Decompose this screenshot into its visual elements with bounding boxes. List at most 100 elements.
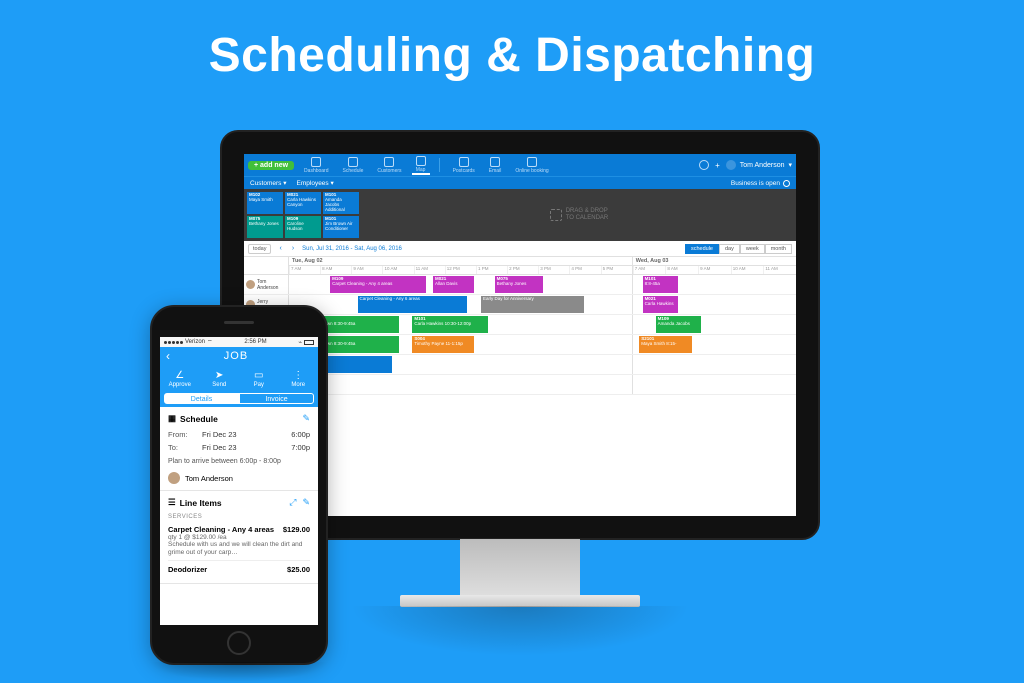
schedule-event[interactable]: S2101Maya Smith 8:15- [639,336,691,353]
schedule-event[interactable]: S004Timothy Payne 11-1:15p [412,336,474,353]
schedule-event[interactable]: M109Carpet Cleaning - Any 4 areas [330,276,426,293]
pay-button[interactable]: ▭Pay [239,365,279,393]
timeline-day2[interactable] [632,375,796,394]
from-time: 6:00p [276,430,310,439]
timeline-day1[interactable]: M101Jim Brown 8:30-9:45aS004Timothy Payn… [288,335,632,354]
unscheduled-job-card[interactable]: M075Bethany Jones [247,216,283,238]
unscheduled-job-card[interactable]: M101Jim Brown Air Conditioner [323,216,359,238]
nav-email[interactable]: Email [485,157,506,174]
hour-label: 8 AM [320,266,351,274]
timeline-day1[interactable]: M109Carpet Cleaning - Any 4 areas M021All… [288,275,632,294]
approve-icon: ∠ [175,370,184,381]
line-item[interactable]: Carpet Cleaning - Any 4 areas$129.00 qty… [168,522,310,560]
schedule-event[interactable]: Carpet Cleaning - Any 6 areas [358,296,468,313]
pay-icon: ▭ [254,370,263,381]
add-icon[interactable]: + [715,161,720,170]
view-tab-month[interactable]: month [765,244,792,254]
tab-details[interactable]: Details [164,393,239,404]
more-button[interactable]: ⋮More [279,365,319,393]
view-tab-day[interactable]: day [719,244,740,254]
phone-status-bar: Verizon ⌔ 2:56 PM ⌁ [160,337,318,347]
page-title: JOB [170,350,302,362]
sub-toolbar: Customers ▾ Employees ▾ Business is open [244,176,796,189]
expand-icon[interactable]: ⤢ [289,497,296,508]
hour-label: 11 AM [414,266,445,274]
approve-button[interactable]: ∠Approve [160,365,200,393]
unscheduled-job-card[interactable]: M109Caroline Hudson [285,216,321,238]
timeline-day1[interactable]: M075Amanda JacobsCarpet Cleaning - Any 6… [288,295,632,314]
row-label: Tom Anderson [244,275,288,294]
timeline-day2[interactable]: M021Carla Hawkins [632,295,796,314]
schedule-event[interactable]: M021Allan Davis [433,276,474,293]
view-tabs: schedule day week month [685,244,792,254]
nav-customers[interactable]: Customers [373,157,405,174]
nav-postcards[interactable]: Postcards [449,157,479,174]
help-icon[interactable] [699,160,709,170]
unscheduled-job-card[interactable]: M021Carla Hawkins Canyon [285,192,321,214]
hero-title: Scheduling & Dispatching [0,28,1024,83]
business-status[interactable]: Business is open [731,180,790,187]
timeline-day2[interactable] [632,355,796,374]
signal-icon [164,341,183,344]
nav-online-booking[interactable]: Online booking [511,157,552,174]
phone-speaker [224,321,254,324]
more-icon: ⋮ [293,370,303,381]
nav-map[interactable]: Map [412,156,430,175]
hour-label: 10 AM [382,266,413,274]
timeline-day2[interactable]: M1018:8-45a [632,275,796,294]
schedule-row: Tom AndersonM109Carpet Cleaning - Any 4 … [244,275,796,295]
schedule-event[interactable]: M1018:8-45a [643,276,679,293]
view-tab-week[interactable]: week [740,244,765,254]
hour-label: 2 PM [507,266,538,274]
send-button[interactable]: ➤Send [200,365,240,393]
schedule-event[interactable]: M075Bethany Jones [495,276,543,293]
unscheduled-job-card[interactable]: M102Maya Smith [247,192,283,214]
view-tab-schedule[interactable]: schedule [685,244,719,254]
calendar-icon: ▦ [168,413,176,424]
map-icon [416,156,426,166]
employees-dropdown[interactable]: Employees ▾ [297,179,334,187]
edit-icon[interactable]: ✎ [302,497,310,508]
timeline-day1[interactable]: M101Jim Brown 8:30-9:45aM101Carla Hawkin… [288,315,632,334]
edit-icon[interactable]: ✎ [302,413,310,424]
unscheduled-job-card[interactable]: M101Amanda Jacobs Additional [323,192,359,214]
assigned-user[interactable]: Tom Anderson [168,469,310,484]
send-icon: ➤ [215,370,223,381]
drag-drop-hint: DRAG & DROP TO CALENDAR [362,189,796,241]
schedule-event[interactable]: M021Carla Hawkins [643,296,679,313]
hour-label: 10 AM [731,266,764,274]
phone-home-button[interactable] [227,631,251,655]
add-new-button[interactable]: + add new [248,161,294,170]
prev-arrow-icon[interactable]: ‹ [277,245,283,252]
avatar [168,472,180,484]
schedule-event[interactable]: M109Amanda Jacobs [656,316,702,333]
nav-dashboard[interactable]: Dashboard [300,157,332,174]
avatar [726,160,736,170]
drag-icon [550,209,562,221]
customers-dropdown[interactable]: Customers ▾ [250,179,287,187]
line-item[interactable]: Deodorizer$25.00 [168,560,310,577]
to-label: To: [168,443,202,452]
next-arrow-icon[interactable]: › [290,245,296,252]
timeline-day2[interactable]: S2101Maya Smith 8:15- [632,335,796,354]
date-navigation-bar: today ‹ › Sun, Jul 31, 2016 - Sat, Aug 0… [244,241,796,257]
schedule-card: ▦ Schedule ✎ From:Fri Dec 236:00p To:Fri… [160,407,318,491]
chevron-down-icon: ▾ [788,161,792,169]
tab-invoice[interactable]: Invoice [239,393,314,404]
timeline-day2[interactable]: M109Amanda Jacobs [632,315,796,334]
app-toolbar: + add new Dashboard Schedule Customers M… [244,154,796,176]
timeline-day1[interactable]: appointment [288,355,632,374]
avatar [246,280,255,289]
schedule-event[interactable]: M101Carla Hawkins 10:30-12:00p [412,316,487,333]
user-menu[interactable]: Tom Anderson ▾ [726,160,792,170]
unscheduled-jobs-area: M102Maya SmithM075Bethany JonesM021Carla… [244,189,796,241]
today-button[interactable]: today [248,244,271,254]
nav-schedule[interactable]: Schedule [339,157,368,174]
timeline-day1[interactable] [288,375,632,394]
dashboard-icon [311,157,321,167]
to-time: 7:00p [276,443,310,452]
wifi-icon: ⌔ [207,338,213,346]
schedule-event[interactable]: Early Day for Anniversary [481,296,584,313]
phone-frame: Verizon ⌔ 2:56 PM ⌁ ‹ JOB ∠Approve ➤Send… [150,305,328,665]
hour-label: 12 PM [445,266,476,274]
